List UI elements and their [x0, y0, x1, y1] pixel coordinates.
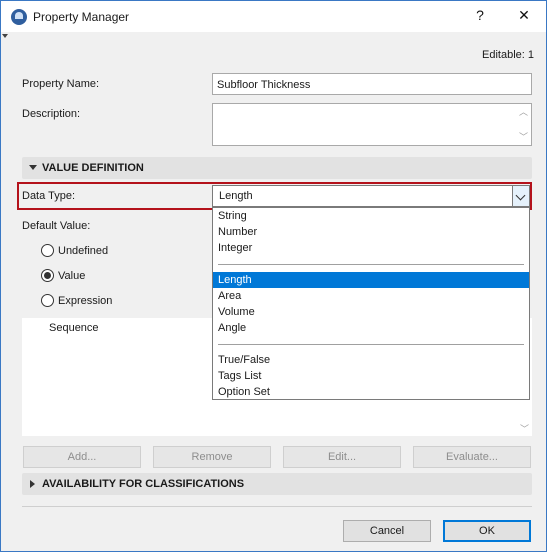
default-value-label: Default Value:: [22, 220, 91, 232]
value-definition-header[interactable]: VALUE DEFINITION: [22, 157, 532, 179]
title-bar[interactable]: Property Manager ? ✕: [1, 1, 546, 32]
scroll-down-icon[interactable]: ﹀: [519, 133, 528, 142]
help-icon[interactable]: ?: [470, 7, 490, 23]
evaluate-button[interactable]: Evaluate...: [413, 446, 531, 468]
dropdown-item-true-false[interactable]: True/False: [213, 352, 529, 368]
radio-undefined-label[interactable]: Undefined: [58, 245, 108, 257]
dropdown-item-tags-list[interactable]: Tags List: [213, 368, 529, 384]
availability-title: AVAILABILITY FOR CLASSIFICATIONS: [42, 478, 245, 490]
add-button[interactable]: Add...: [23, 446, 141, 468]
dropdown-item-integer[interactable]: Integer: [213, 240, 529, 256]
data-type-selected-value: Length: [219, 190, 253, 202]
dropdown-item-option-set[interactable]: Option Set: [213, 384, 529, 400]
expand-down-icon: [29, 165, 37, 170]
chevron-down-icon[interactable]: [512, 186, 529, 206]
window-title: Property Manager: [33, 10, 130, 24]
cancel-button[interactable]: Cancel: [343, 520, 431, 542]
property-name-value: Subfloor Thickness: [217, 79, 311, 91]
description-textarea[interactable]: ︿ ﹀: [212, 103, 532, 146]
data-type-select[interactable]: Length: [212, 185, 530, 207]
description-scrollbar[interactable]: ︿ ﹀: [517, 106, 529, 143]
close-icon[interactable]: ✕: [514, 7, 534, 24]
radio-undefined[interactable]: [41, 244, 54, 257]
edit-button[interactable]: Edit...: [283, 446, 401, 468]
panel-collapse-arrow-icon[interactable]: [2, 34, 8, 38]
dropdown-item-string[interactable]: String: [213, 208, 529, 224]
property-name-label: Property Name:: [22, 78, 100, 90]
radio-expression[interactable]: [41, 294, 54, 307]
property-manager-window: Property Manager ? ✕ Editable: 1 Propert…: [0, 0, 547, 552]
archicad-app-icon: [11, 9, 27, 25]
dropdown-separator: [218, 264, 524, 265]
data-type-label: Data Type:: [22, 190, 75, 202]
radio-value[interactable]: [41, 269, 54, 282]
footer-divider: [22, 506, 532, 507]
scroll-up-icon[interactable]: ︿: [519, 108, 528, 117]
dropdown-item-length[interactable]: Length: [213, 272, 529, 288]
ok-button[interactable]: OK: [443, 520, 531, 542]
dropdown-item-area[interactable]: Area: [213, 288, 529, 304]
dropdown-item-angle[interactable]: Angle: [213, 320, 529, 336]
expand-right-icon: [30, 480, 35, 488]
dropdown-item-volume[interactable]: Volume: [213, 304, 529, 320]
data-type-dropdown-list[interactable]: String Number Integer Length Area Volume…: [212, 207, 530, 400]
radio-expression-label[interactable]: Expression: [58, 295, 112, 307]
sequence-label: Sequence: [49, 322, 99, 334]
dropdown-separator: [218, 344, 524, 345]
scroll-down-icon[interactable]: ﹀: [520, 425, 529, 434]
availability-header[interactable]: AVAILABILITY FOR CLASSIFICATIONS: [22, 473, 532, 495]
remove-button[interactable]: Remove: [153, 446, 271, 468]
description-label: Description:: [22, 108, 81, 120]
property-name-input[interactable]: Subfloor Thickness: [212, 73, 532, 95]
radio-value-label[interactable]: Value: [58, 270, 85, 282]
editable-count: Editable: 1: [482, 49, 534, 61]
dropdown-item-number[interactable]: Number: [213, 224, 529, 240]
value-definition-title: VALUE DEFINITION: [42, 162, 144, 174]
